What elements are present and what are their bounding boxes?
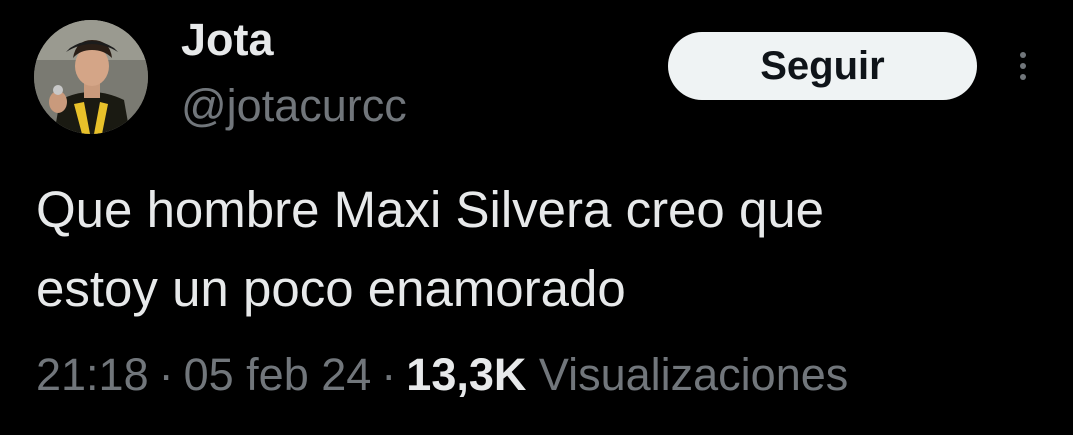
meta-separator: · xyxy=(158,349,174,400)
tweet-date[interactable]: 05 feb 24 xyxy=(184,349,372,400)
tweet-text: Que hombre Maxi Silvera creo que estoy u… xyxy=(36,181,825,317)
tweet-time[interactable]: 21:18 xyxy=(36,349,149,400)
author-display-name[interactable]: Jota xyxy=(181,14,274,66)
views-count[interactable]: 13,3K xyxy=(406,349,526,400)
dot-icon xyxy=(1020,74,1026,80)
dot-icon xyxy=(1020,63,1026,69)
dot-icon xyxy=(1020,52,1026,58)
author-handle[interactable]: @jotacurcc xyxy=(181,80,407,132)
tweet-card: Jota @jotacurcc Seguir Que hombre Maxi S… xyxy=(0,0,1073,435)
author-avatar[interactable] xyxy=(34,20,148,134)
follow-button[interactable]: Seguir xyxy=(668,32,977,100)
tweet-metadata: 21:18 · 05 feb 24 · 13,3K Visualizaciones xyxy=(36,345,848,405)
more-options-icon[interactable] xyxy=(1006,44,1040,88)
meta-separator: · xyxy=(381,349,397,400)
views-label: Visualizaciones xyxy=(538,349,849,400)
avatar-photo-icon xyxy=(34,20,148,134)
